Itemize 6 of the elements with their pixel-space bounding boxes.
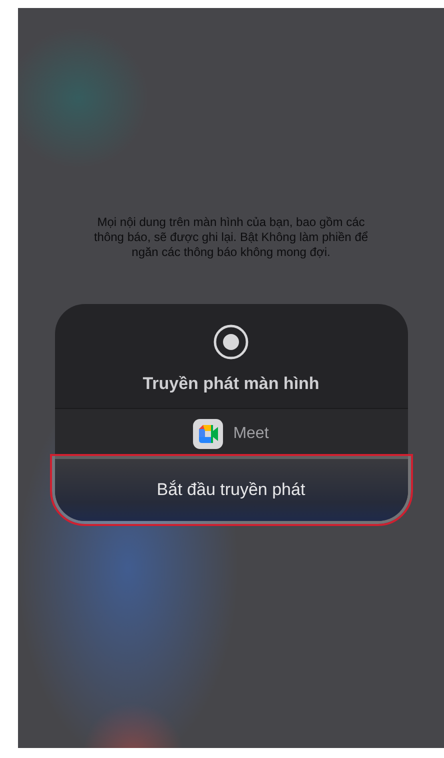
app-name: Meet [233, 425, 269, 443]
video-camera-icon[interactable] [193, 419, 224, 449]
start-broadcast-button[interactable]: Bắt đầu truyền phát [54, 459, 408, 521]
recording-notice: Mọi nội dung trên màn hình của bạn, bao gồm các thông báo, sẽ được ghi lại. Bật Không làm phiền để ngăn các thông báo không mong đợi. [92, 215, 370, 260]
sheet-title: Truyền phát màn hình [142, 374, 320, 394]
record-icon [213, 324, 249, 360]
